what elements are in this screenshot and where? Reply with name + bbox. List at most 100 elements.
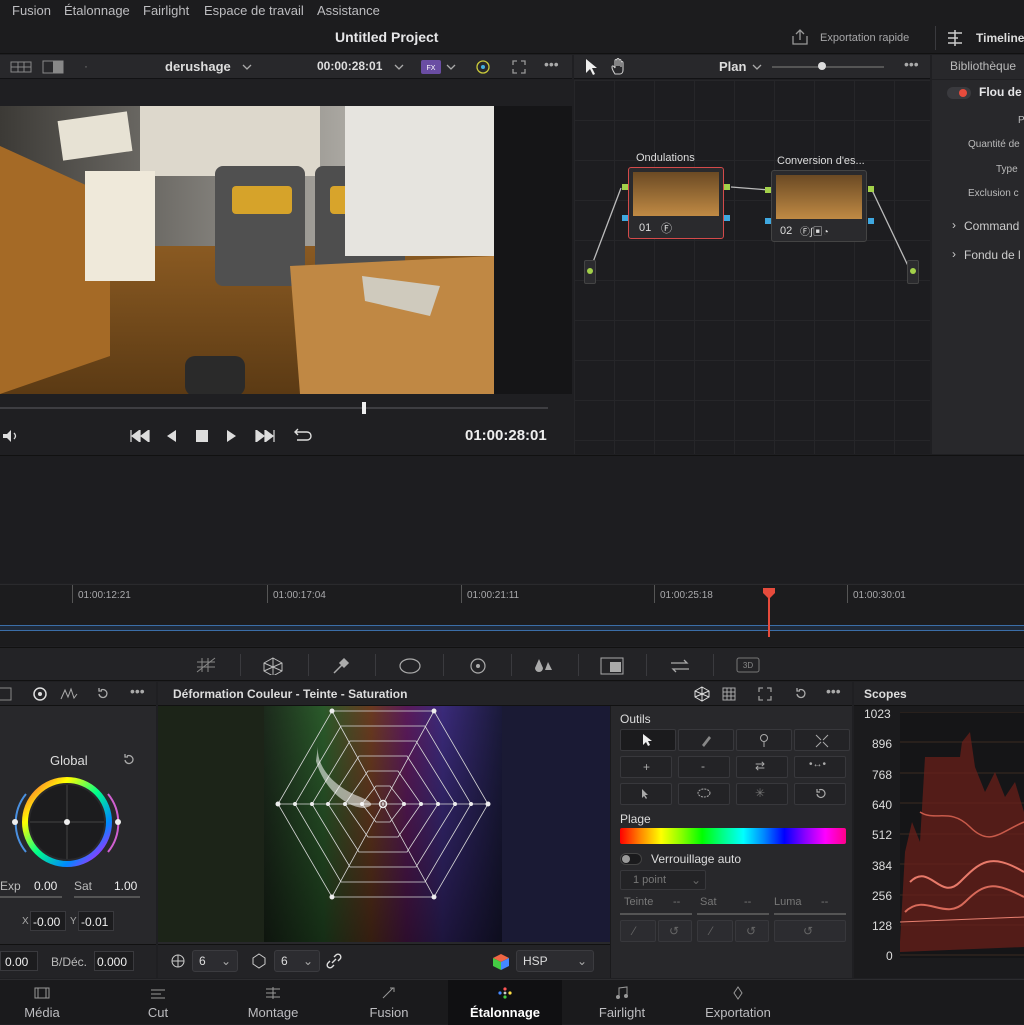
tracker-icon[interactable] <box>468 657 488 675</box>
y-field[interactable]: -0.01 <box>78 911 114 931</box>
more-options-icon[interactable]: ••• <box>904 56 919 72</box>
collapse-tool-button[interactable] <box>794 729 850 751</box>
reset-icon[interactable] <box>794 687 808 701</box>
node-output-port[interactable] <box>868 186 874 192</box>
play-icon[interactable] <box>226 430 238 442</box>
chevron-down-icon[interactable] <box>242 63 252 71</box>
section-toggle[interactable]: › <box>952 218 956 232</box>
page-fairlight[interactable]: Fairlight <box>565 980 679 1025</box>
section-toggle[interactable]: › <box>952 247 956 261</box>
grid-view-icon[interactable] <box>10 61 32 73</box>
node-01[interactable]: 01 Ⓕ <box>628 167 724 239</box>
pin-tool-button[interactable] <box>736 729 792 751</box>
remove-point-button[interactable]: - <box>678 756 730 778</box>
expand-icon[interactable] <box>758 687 772 701</box>
split-view-icon[interactable] <box>42 60 64 74</box>
bottom-value-field[interactable]: 0.00 <box>0 951 38 971</box>
select-all-button[interactable] <box>620 783 672 805</box>
luma-slider[interactable] <box>774 913 846 915</box>
autolock-toggle[interactable] <box>620 853 642 865</box>
global-color-wheel[interactable] <box>10 774 124 870</box>
menu-help[interactable]: Assistance <box>317 3 380 18</box>
sat-slider[interactable] <box>697 913 769 915</box>
chevron-down-icon[interactable] <box>752 63 762 71</box>
more-options-icon[interactable]: ••• <box>130 683 145 699</box>
play-reverse-icon[interactable] <box>166 430 178 442</box>
menu-workspace[interactable]: Espace de travail <box>204 3 304 18</box>
page-fusion[interactable]: Fusion <box>332 980 446 1025</box>
wheels-mode-icon[interactable] <box>32 686 48 702</box>
sat-value[interactable]: 1.00 <box>114 879 137 893</box>
viewer-timecode[interactable]: 00:00:28:01 <box>317 59 382 73</box>
more-options-icon[interactable]: ••• <box>826 683 841 699</box>
library-title[interactable]: Bibliothèque <box>950 59 1016 73</box>
exp-value[interactable]: 0.00 <box>34 879 57 893</box>
hue-slider[interactable] <box>620 913 692 915</box>
select-region-button[interactable] <box>678 783 730 805</box>
menu-etalonnage[interactable]: Étalonnage <box>64 3 130 18</box>
section-label[interactable]: Fondu de l <box>964 248 1021 262</box>
stop-icon[interactable] <box>196 430 208 442</box>
pointer-icon[interactable] <box>584 58 598 76</box>
node-input-port[interactable] <box>622 184 628 190</box>
node-02[interactable]: 02 Ⓕ∫▣◔ <box>771 170 867 242</box>
exp-slider[interactable] <box>0 896 62 898</box>
hue-resolution-select[interactable]: 6 ⌄ <box>192 950 238 972</box>
page-deliver[interactable]: Exportation <box>681 980 795 1025</box>
highlight-icon[interactable] <box>474 59 492 75</box>
more-options-icon[interactable]: ••• <box>544 56 559 72</box>
page-media[interactable]: Média <box>0 980 99 1025</box>
3d-icon[interactable]: 3D <box>736 657 760 673</box>
sizing-icon[interactable] <box>668 657 692 675</box>
sat-reset-button[interactable]: ↺ <box>735 920 769 942</box>
node-key-port[interactable] <box>868 218 874 224</box>
playhead-marker-icon[interactable] <box>762 587 776 599</box>
menu-fairlight[interactable]: Fairlight <box>143 3 189 18</box>
key-icon[interactable] <box>600 657 624 675</box>
skip-to-start-icon[interactable] <box>130 430 150 442</box>
points-select[interactable]: 1 point ⌄ <box>620 870 706 890</box>
volume-icon[interactable] <box>2 429 20 443</box>
quick-export-button[interactable]: Exportation rapide <box>790 28 909 46</box>
output-node[interactable] <box>907 260 919 284</box>
scrubber-bar[interactable] <box>0 407 548 409</box>
page-cut[interactable]: Cut <box>101 980 215 1025</box>
input-node[interactable] <box>584 260 596 284</box>
bdec-field[interactable]: 0.000 <box>94 951 134 971</box>
grid-icon[interactable] <box>722 687 736 701</box>
sat-resolution-select[interactable]: 6 ⌄ <box>274 950 320 972</box>
node-input-port[interactable] <box>765 187 771 193</box>
menu-fusion[interactable]: Fusion <box>12 3 51 18</box>
page-edit[interactable]: Montage <box>216 980 330 1025</box>
node-editor[interactable]: Ondulations 01 Ⓕ Conversion d'es... 02 Ⓕ… <box>574 80 930 454</box>
scrubber-playhead[interactable] <box>362 402 366 414</box>
add-point-button[interactable]: + <box>620 756 672 778</box>
clip-name[interactable]: derushage <box>165 59 231 74</box>
timeline-button[interactable]: Timeline <box>946 29 1024 47</box>
chevron-down-icon[interactable] <box>446 63 456 71</box>
pen-tool-button[interactable] <box>678 729 734 751</box>
range-spectrum[interactable] <box>620 828 846 844</box>
node-key-port[interactable] <box>724 215 730 221</box>
sat-picker-button[interactable]: ⁄ <box>697 920 733 942</box>
expand-selection-button[interactable]: •↔• <box>794 756 846 778</box>
sat-slider[interactable] <box>74 896 140 898</box>
blur-icon[interactable] <box>533 657 555 675</box>
hue-picker-button[interactable]: ⁄ <box>620 920 656 942</box>
reset-icon[interactable] <box>122 753 136 767</box>
panel-icon[interactable] <box>0 687 12 701</box>
link-icon[interactable] <box>326 953 342 969</box>
smooth-button[interactable]: ✳ <box>736 783 788 805</box>
zoom-slider[interactable] <box>772 66 884 68</box>
select-tool-button[interactable] <box>620 729 676 751</box>
reset-icon[interactable] <box>96 687 110 701</box>
hdr-wave-icon[interactable] <box>60 687 78 701</box>
effect-toggle[interactable] <box>947 87 971 99</box>
section-label[interactable]: Command <box>964 219 1019 233</box>
timeline-track[interactable] <box>0 625 1024 631</box>
window-icon[interactable] <box>398 657 422 675</box>
curves-icon[interactable] <box>196 657 216 673</box>
chevron-down-icon[interactable] <box>394 63 404 71</box>
node-input-port[interactable] <box>622 215 628 221</box>
color-warper-icon[interactable] <box>262 657 284 675</box>
